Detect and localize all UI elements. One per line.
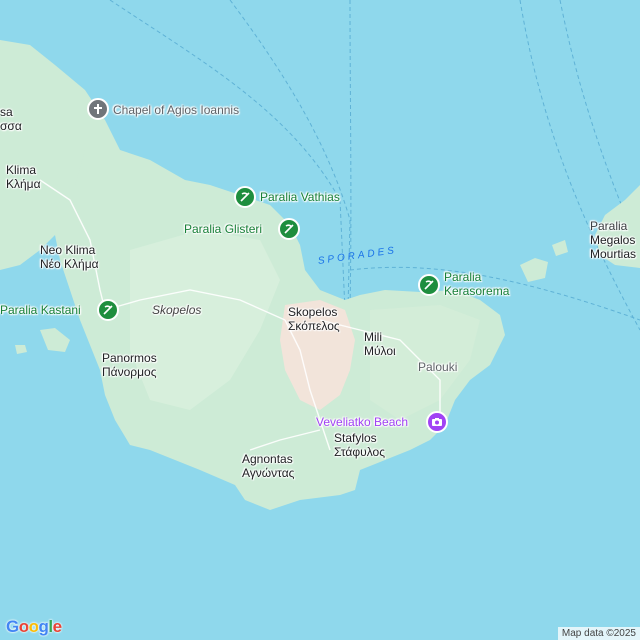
poi-label-veveliatko[interactable]: Veveliatko Beach [316,415,408,429]
camera-icon [432,418,442,426]
town-label-agnontas[interactable]: Agnontas Αγνώντας [242,452,294,480]
area-label-palouki: Palouki [418,360,458,374]
beach-icon [240,192,250,202]
town-label-skopelos[interactable]: Skopelos Σκόπελος [288,305,340,333]
chapel-pin[interactable] [87,98,109,120]
beach-pin-vathias[interactable] [234,186,256,208]
island-label-skopelos: Skopelos [152,303,202,317]
poi-label-vathias[interactable]: Paralia Vathias [260,190,340,204]
poi-label-glisteri[interactable]: Paralia Glisteri [184,222,262,236]
cross-icon [94,104,102,114]
town-label-stafylos[interactable]: Stafylos Στάφυλος [334,431,385,459]
beach-pin-kerasorema[interactable] [418,274,440,296]
poi-label-kerasorema-line2: Kerasorema [444,284,510,298]
poi-label-chapel[interactable]: Chapel of Agios Ioannis [113,103,239,117]
beach-icon [103,305,113,315]
islet-west-2 [15,345,27,354]
beach-pin-glisteri[interactable] [278,218,300,240]
poi-label-kastani[interactable]: Paralia Kastani [0,303,81,317]
town-label-mili[interactable]: Mili Μύλοι [364,330,396,358]
map-attribution[interactable]: Map data ©2025 [557,627,640,640]
town-label-megalos-mourtias[interactable]: Paralia Megalos Mourtias [590,219,636,261]
town-label-panormos[interactable]: Panormos Πάνορμος [102,351,157,379]
islet-west-1 [40,328,70,352]
town-label-edge-left[interactable]: sa σσα [0,105,22,133]
islet-east-2 [552,240,568,256]
poi-label-kerasorema[interactable]: Paralia Kerasorema [444,270,509,298]
beach-icon [284,224,294,234]
map-canvas[interactable]: SPORADES Chapel of Agios Ioannis Paralia… [0,0,640,640]
town-label-neo-klima[interactable]: Neo Klima Νέο Κλήμα [40,243,99,271]
town-label-klima[interactable]: Klima Κλήμα [6,163,41,191]
poi-label-kerasorema-line1: Paralia [444,270,482,284]
camera-pin-veveliatko[interactable] [426,411,448,433]
google-logo: Google [6,617,62,636]
beach-icon [424,280,434,290]
beach-pin-kastani[interactable] [97,299,119,321]
islet-east-1 [520,258,548,282]
